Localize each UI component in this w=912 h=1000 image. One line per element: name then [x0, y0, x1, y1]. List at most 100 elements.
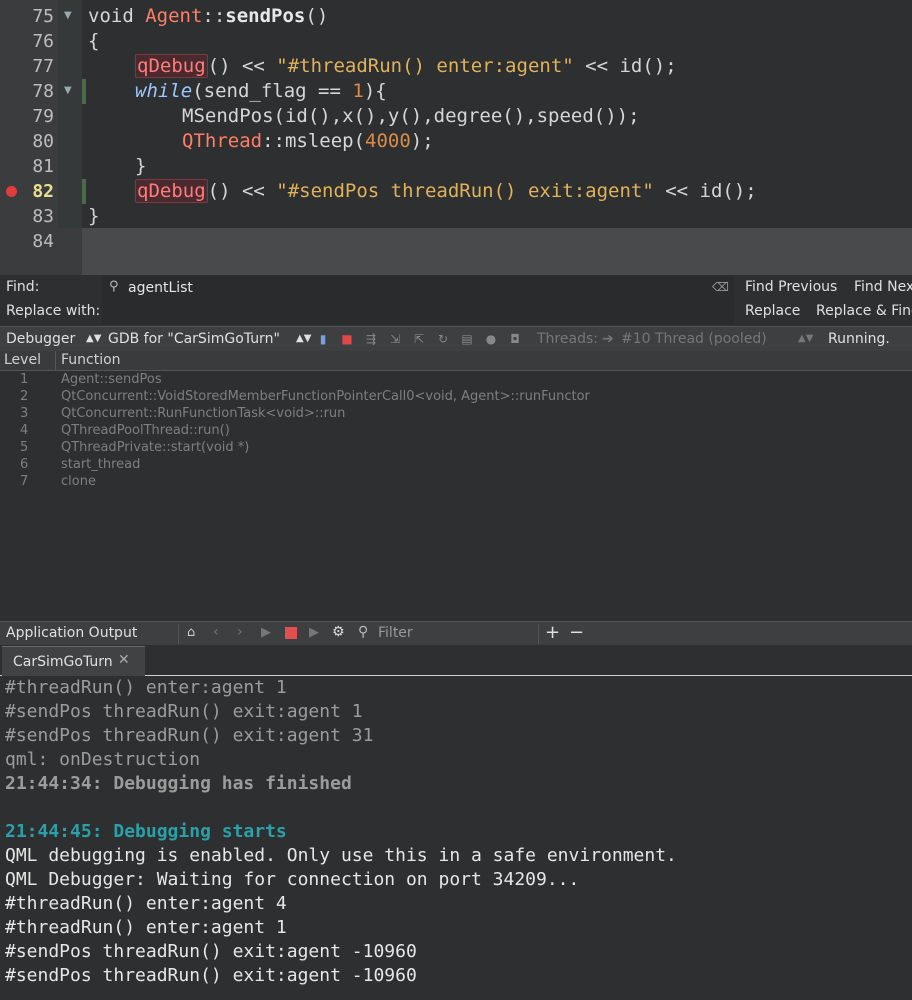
perspective-select[interactable]: Debugger: [6, 331, 75, 347]
restart-icon[interactable]: ↻: [436, 332, 450, 346]
replace-button[interactable]: Replace: [745, 303, 800, 319]
output-line: QML Debugger: Waiting for connection on …: [5, 869, 580, 890]
zoom-in-icon[interactable]: +: [545, 622, 560, 643]
attach-icon[interactable]: ▶: [309, 625, 319, 640]
code-text: void Agent::sendPos(): [88, 4, 328, 29]
line-number: 81: [32, 156, 54, 177]
line-number: 75: [32, 6, 54, 27]
find-label: Find:: [6, 279, 40, 295]
output-line: #sendPos threadRun() exit:agent -10960: [5, 965, 417, 986]
code-line: 83 }: [0, 204, 912, 229]
stack-row[interactable]: 4 QThreadPoolThread::run(): [0, 422, 912, 439]
code-fragment: ){: [363, 80, 387, 102]
fold-arrow-icon[interactable]: ▼: [64, 85, 72, 96]
code-line: 76 {: [0, 29, 912, 54]
code-text: qDebug() << "#sendPos threadRun() exit:a…: [135, 179, 757, 204]
stop-icon[interactable]: [285, 627, 297, 639]
replace-label: Replace with:: [6, 303, 101, 319]
code-line: 79 MSendPos(id(),x(),y(),degree(),speed(…: [0, 104, 912, 129]
line-number: 78: [32, 81, 54, 102]
code-text: {: [88, 30, 100, 52]
code-editor[interactable]: 75 ▼ void Agent::sendPos() 76 { 77 qDebu…: [0, 0, 912, 275]
column-header-function[interactable]: Function: [61, 352, 121, 368]
class-name: Agent: [145, 5, 203, 27]
output-line: #threadRun() enter:agent 1: [5, 677, 287, 698]
line-number: 80: [32, 131, 54, 152]
code-fragment: );: [410, 130, 434, 152]
stack-level: 7: [20, 474, 29, 489]
stack-function: QtConcurrent::VoidStoredMemberFunctionPo…: [61, 389, 590, 404]
code-text: }: [135, 155, 147, 177]
tab-label: CarSimGoTurn: [13, 654, 113, 670]
thread-arrow-icon: ➔: [602, 331, 614, 347]
stack-view: 1 Agent::sendPos 2 QtConcurrent::VoidStore…: [0, 371, 912, 621]
scope-operator: ::: [202, 5, 226, 27]
application-output[interactable]: #threadRun() enter:agent 1 #sendPos thre…: [0, 676, 912, 1000]
find-previous-button[interactable]: Find Previous: [745, 279, 837, 295]
search-icon: ⚲: [358, 624, 369, 640]
output-tab-carsimgoturn[interactable]: CarSimGoTurn ✕: [2, 646, 145, 676]
stack-row[interactable]: 1 Agent::sendPos: [0, 371, 912, 388]
stack-function: QtConcurrent::RunFunctionTask<void>::run: [61, 406, 346, 421]
debugger-status: Running.: [828, 331, 890, 347]
instruction-mode-icon[interactable]: ▤: [460, 332, 474, 346]
stack-function: QThreadPoolThread::run(): [61, 423, 230, 438]
engine-select[interactable]: GDB for "CarSimGoTurn": [108, 331, 280, 347]
stack-function: clone: [61, 474, 96, 489]
code-fragment: () <<: [207, 180, 277, 202]
stop-debugger-icon[interactable]: ■: [340, 332, 354, 346]
stack-row[interactable]: 6 start_thread: [0, 456, 912, 473]
clear-icon[interactable]: ⌫: [712, 280, 729, 294]
output-line-starts: 21:44:45: Debugging starts: [5, 821, 287, 842]
toolbar-divider: [538, 624, 539, 644]
line-number: 83: [32, 206, 54, 227]
clear-output-icon[interactable]: ⌂: [187, 625, 195, 640]
filter-input[interactable]: Filter: [378, 625, 413, 641]
code-line: 81 }: [0, 154, 912, 179]
prev-item-icon[interactable]: ‹: [213, 624, 219, 640]
stack-level: 1: [20, 372, 29, 387]
replace-find-button[interactable]: Replace & Find: [816, 303, 912, 319]
search-icon: ⚲: [109, 279, 119, 294]
number-literal: 1: [352, 80, 364, 102]
step-over-icon[interactable]: ⇶: [364, 332, 378, 346]
rerun-icon[interactable]: ▶: [261, 625, 271, 640]
fold-arrow-icon[interactable]: ▼: [64, 10, 72, 21]
updown-icon: ▲▼: [798, 333, 814, 344]
stack-level: 6: [20, 457, 29, 472]
continue-icon[interactable]: ▮: [316, 332, 330, 346]
stack-row[interactable]: 5 QThreadPrivate::start(void *): [0, 439, 912, 456]
find-input[interactable]: ⚲ agentList ⌫: [102, 276, 734, 300]
stack-function: Agent::sendPos: [61, 372, 162, 387]
stack-row[interactable]: 2 QtConcurrent::VoidStoredMemberFunctionP…: [0, 388, 912, 405]
step-into-icon[interactable]: ⇲: [388, 332, 402, 346]
code-text: QThread::msleep(4000);: [182, 129, 434, 154]
code-fragment: (send_flag ==: [192, 80, 353, 102]
code-fragment: () <<: [207, 55, 277, 77]
output-tab-bar: CarSimGoTurn ✕: [0, 645, 912, 676]
replace-input[interactable]: [102, 300, 734, 324]
record-icon[interactable]: ●: [484, 332, 498, 346]
stack-level: 3: [20, 406, 29, 421]
step-out-icon[interactable]: ⇱: [412, 332, 426, 346]
zoom-out-icon[interactable]: −: [569, 622, 584, 643]
gear-icon[interactable]: ⚙: [332, 624, 345, 640]
stack-row[interactable]: 3 QtConcurrent::RunFunctionTask<void>::ru…: [0, 405, 912, 422]
find-next-button[interactable]: Find Nex: [854, 279, 912, 295]
stack-level: 5: [20, 440, 29, 455]
updown-icon: ▲▼: [86, 333, 102, 344]
next-item-icon[interactable]: ›: [237, 624, 243, 640]
column-header-level[interactable]: Level: [4, 352, 41, 368]
stack-function: start_thread: [61, 457, 141, 472]
function-name: sendPos: [225, 5, 306, 27]
line-number: 76: [32, 31, 54, 52]
find-input-value: agentList: [128, 280, 193, 296]
output-pane-title: Application Output: [6, 625, 138, 641]
snapshot-icon[interactable]: ◘: [508, 332, 522, 346]
column-divider[interactable]: [55, 351, 56, 370]
close-icon[interactable]: ✕: [118, 652, 130, 668]
thread-select[interactable]: #10 Thread (pooled): [621, 331, 767, 347]
code-text: }: [88, 205, 100, 227]
stack-row[interactable]: 7 clone: [0, 473, 912, 490]
keyword: void: [88, 5, 146, 27]
